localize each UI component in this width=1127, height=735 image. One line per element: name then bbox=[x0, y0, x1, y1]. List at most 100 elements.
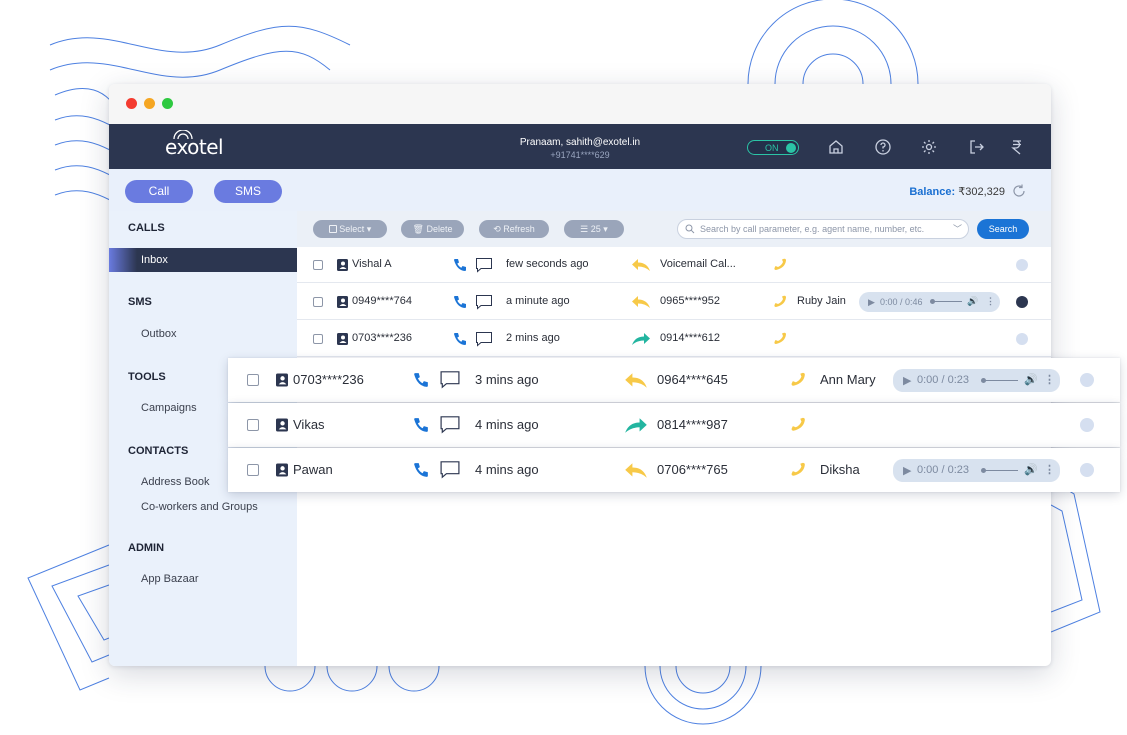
minimize-window-dot[interactable] bbox=[144, 98, 155, 109]
maximize-window-dot[interactable] bbox=[162, 98, 173, 109]
row-checkbox[interactable] bbox=[313, 260, 323, 270]
search-input[interactable]: Search by call parameter, e.g. agent nam… bbox=[677, 219, 969, 239]
sidebar-item-address-book[interactable]: Address Book bbox=[141, 476, 209, 488]
sidebar-item-app-bazaar[interactable]: App Bazaar bbox=[141, 573, 198, 585]
logout-icon[interactable] bbox=[968, 138, 986, 156]
table-row[interactable]: 0703****236 3 mins ago 0964****645 Ann M… bbox=[228, 358, 1120, 402]
sidebar-item-outbox[interactable]: Outbox bbox=[141, 328, 176, 340]
outgoing-arrow-icon bbox=[632, 333, 650, 345]
row-checkbox[interactable] bbox=[247, 419, 259, 431]
settings-icon[interactable] bbox=[920, 138, 938, 156]
message-icon[interactable] bbox=[439, 370, 461, 389]
delete-button[interactable]: 🗑 Delete bbox=[401, 220, 464, 238]
audio-progress-bar[interactable] bbox=[983, 470, 1018, 471]
row-checkbox[interactable] bbox=[313, 334, 323, 344]
refresh-label: Refresh bbox=[503, 224, 535, 234]
chevron-down-icon[interactable]: ﹀ bbox=[953, 220, 962, 238]
volume-icon[interactable]: 🔊 bbox=[1024, 373, 1038, 386]
call-time: 4 mins ago bbox=[475, 462, 539, 477]
audio-progress-knob[interactable] bbox=[930, 299, 935, 304]
audio-player[interactable]: ▶ 0:00 / 0:23 🔊 ⋮ bbox=[893, 459, 1060, 482]
phone-call-icon[interactable] bbox=[413, 372, 429, 388]
phone-call-icon[interactable] bbox=[453, 258, 467, 272]
chevron-down-icon: ▾ bbox=[603, 224, 608, 234]
status-indicator bbox=[1016, 259, 1028, 271]
per-page-label: 25 bbox=[590, 224, 601, 234]
close-window-dot[interactable] bbox=[126, 98, 137, 109]
row-checkbox[interactable] bbox=[247, 374, 259, 386]
phone-call-icon[interactable] bbox=[413, 462, 429, 478]
audio-progress-bar[interactable] bbox=[932, 301, 962, 302]
sidebar-header-sms: SMS bbox=[128, 296, 152, 308]
caller-number: 0964****645 bbox=[657, 372, 728, 387]
audio-time: 0:00 / 0:46 bbox=[880, 297, 923, 307]
more-options-icon[interactable]: ⋮ bbox=[1044, 463, 1055, 476]
contact-name[interactable]: Vikas bbox=[293, 417, 325, 432]
handset-icon bbox=[774, 295, 786, 307]
user-greeting: Pranaam, sahith@exotel.in bbox=[519, 137, 641, 148]
message-icon[interactable] bbox=[475, 257, 493, 273]
audio-progress-knob[interactable] bbox=[981, 468, 986, 473]
phone-call-icon[interactable] bbox=[453, 295, 467, 309]
caller-number: 0965****952 bbox=[660, 295, 720, 307]
rupee-icon[interactable] bbox=[1008, 138, 1026, 156]
play-icon[interactable]: ▶ bbox=[903, 464, 911, 477]
table-row[interactable]: 0703****236 2 mins ago 0914****612 bbox=[297, 321, 1051, 357]
audio-progress-bar[interactable] bbox=[983, 380, 1018, 381]
phone-call-icon[interactable] bbox=[453, 332, 467, 346]
row-checkbox[interactable] bbox=[247, 464, 259, 476]
play-icon[interactable]: ▶ bbox=[868, 297, 875, 308]
contact-card-icon bbox=[276, 463, 288, 477]
contact-name[interactable]: Pawan bbox=[293, 462, 333, 477]
per-page-dropdown[interactable]: ☰ 25 ▾ bbox=[564, 220, 624, 238]
message-icon[interactable] bbox=[439, 460, 461, 479]
sidebar-header-admin: ADMIN bbox=[128, 542, 165, 554]
incoming-arrow-icon bbox=[632, 296, 650, 308]
message-icon[interactable] bbox=[439, 415, 461, 434]
trash-icon: 🗑 bbox=[412, 224, 424, 234]
select-dropdown[interactable]: Select ▾ bbox=[313, 220, 387, 238]
contact-name[interactable]: 0703****236 bbox=[293, 372, 364, 387]
more-options-icon[interactable]: ⋮ bbox=[1044, 373, 1055, 386]
table-row[interactable]: 0949****764 a minute ago 0965****952 Rub… bbox=[297, 284, 1051, 320]
home-icon[interactable] bbox=[827, 138, 845, 156]
call-time: 4 mins ago bbox=[475, 417, 539, 432]
phone-call-icon[interactable] bbox=[413, 417, 429, 433]
table-row[interactable]: Vishal A few seconds ago Voicemail Cal..… bbox=[297, 247, 1051, 283]
status-indicator bbox=[1080, 373, 1094, 387]
refresh-button[interactable]: ⟲ Refresh bbox=[479, 220, 549, 238]
audio-player[interactable]: ▶ 0:00 / 0:23 🔊 ⋮ bbox=[893, 369, 1060, 392]
handset-icon bbox=[774, 332, 786, 344]
handset-icon bbox=[791, 417, 805, 431]
contact-card-icon bbox=[276, 373, 288, 387]
sidebar-item-inbox[interactable]: Inbox bbox=[109, 248, 297, 272]
more-options-icon[interactable]: ⋮ bbox=[986, 296, 995, 307]
contact-name[interactable]: Vishal A bbox=[352, 258, 392, 270]
call-time: 3 mins ago bbox=[475, 372, 539, 387]
audio-player[interactable]: ▶ 0:00 / 0:46 🔊 ⋮ bbox=[859, 292, 1000, 312]
availability-toggle[interactable]: ON bbox=[747, 140, 799, 155]
volume-icon[interactable]: 🔊 bbox=[1024, 463, 1038, 476]
call-time: a minute ago bbox=[506, 295, 570, 307]
caller-number: 0914****612 bbox=[660, 332, 720, 344]
row-checkbox[interactable] bbox=[313, 297, 323, 307]
volume-icon[interactable]: 🔊 bbox=[967, 296, 978, 307]
sidebar-header-tools: TOOLS bbox=[128, 371, 166, 383]
table-row[interactable]: Pawan 4 mins ago 0706****765 Diksha ▶ 0:… bbox=[228, 448, 1120, 492]
message-icon[interactable] bbox=[475, 331, 493, 347]
search-button[interactable]: Search bbox=[977, 219, 1029, 239]
balance-display: Balance: ₹302,329 bbox=[909, 185, 1005, 198]
search-placeholder: Search by call parameter, e.g. agent nam… bbox=[700, 224, 925, 234]
refresh-balance-icon[interactable] bbox=[1011, 183, 1027, 199]
help-icon[interactable] bbox=[874, 138, 892, 156]
sms-button[interactable]: SMS bbox=[214, 180, 282, 203]
table-row[interactable]: Vikas 4 mins ago 0814****987 bbox=[228, 403, 1120, 447]
message-icon[interactable] bbox=[475, 294, 493, 310]
sidebar-item-coworkers[interactable]: Co-workers and Groups bbox=[141, 501, 258, 513]
play-icon[interactable]: ▶ bbox=[903, 374, 911, 387]
call-button[interactable]: Call bbox=[125, 180, 193, 203]
audio-progress-knob[interactable] bbox=[981, 378, 986, 383]
contact-name[interactable]: 0949****764 bbox=[352, 295, 412, 307]
sidebar-item-campaigns[interactable]: Campaigns bbox=[141, 402, 197, 414]
contact-name[interactable]: 0703****236 bbox=[352, 332, 412, 344]
